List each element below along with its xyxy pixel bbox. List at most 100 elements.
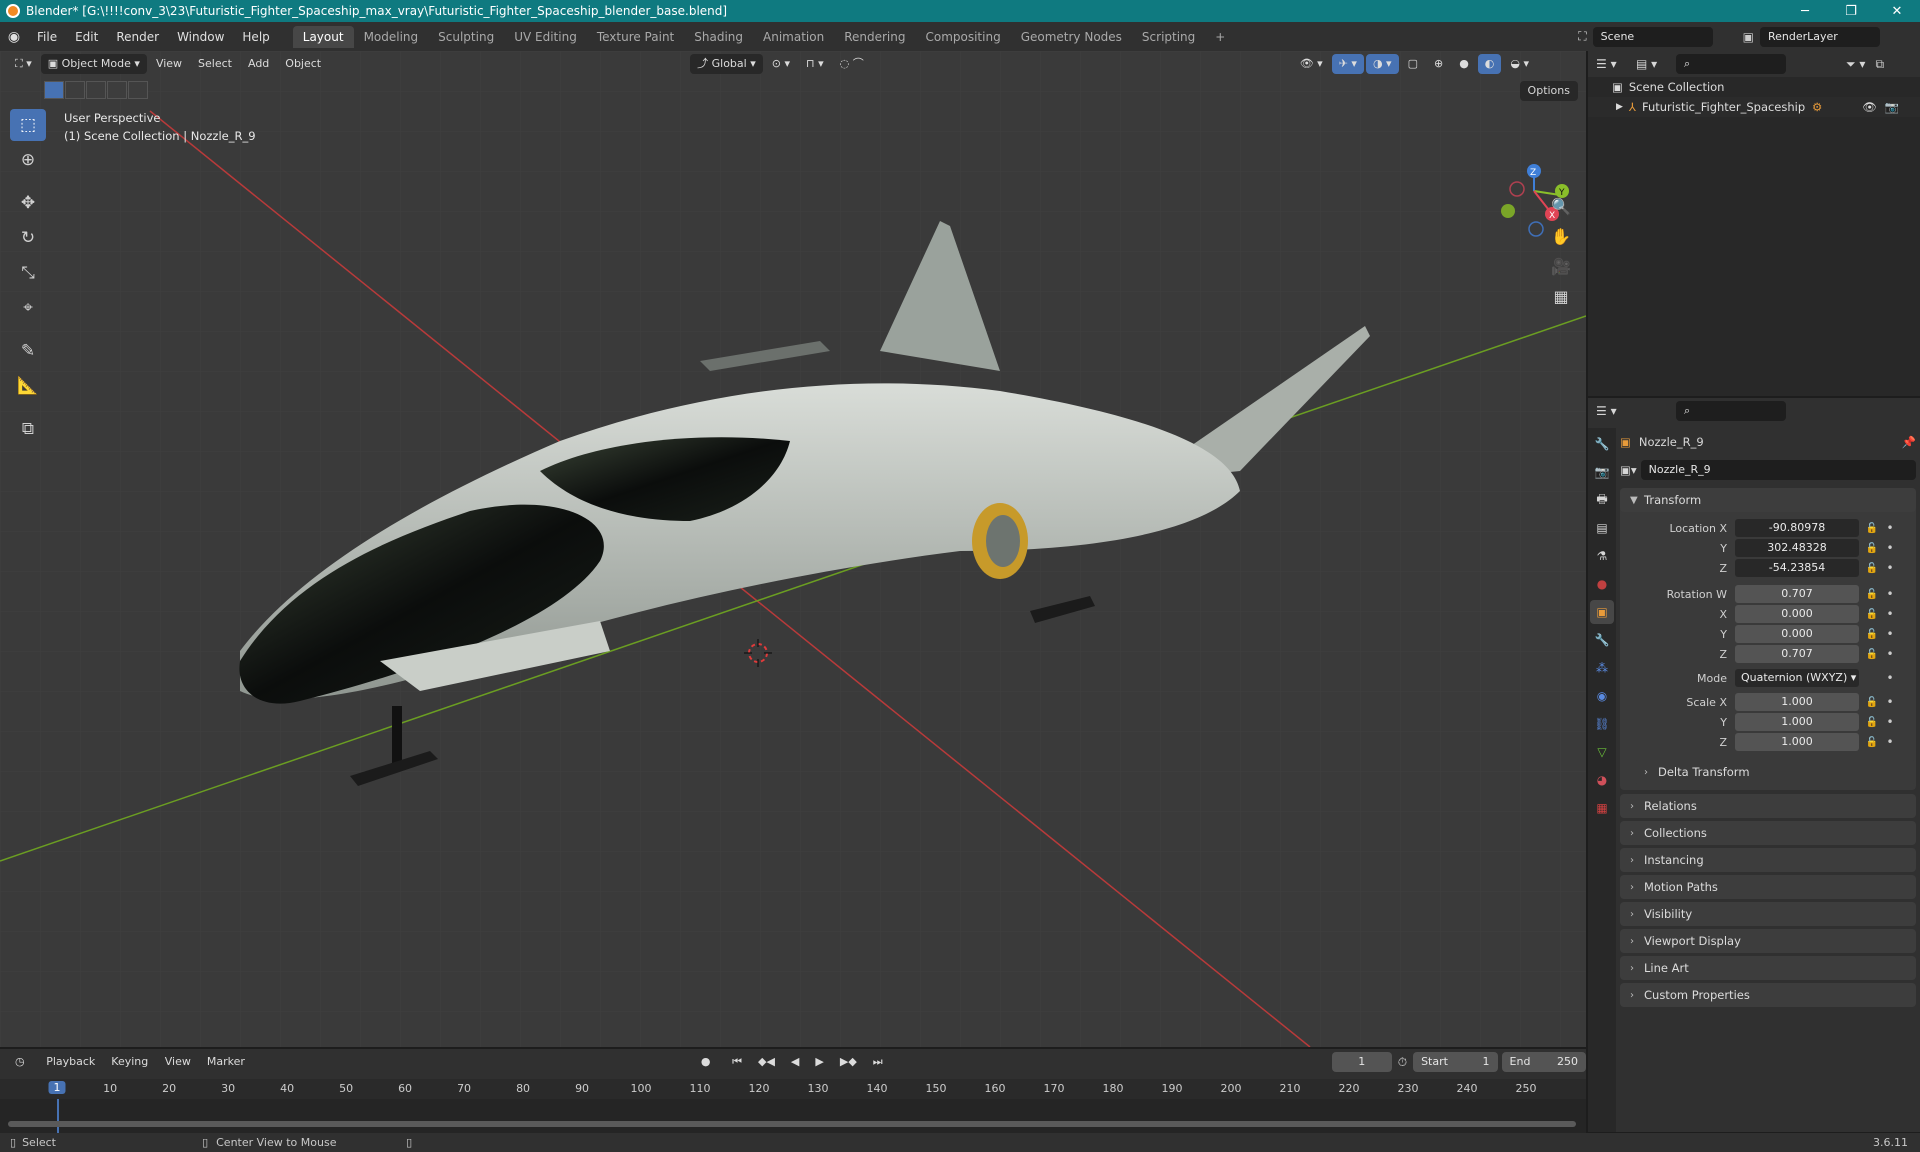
menu-timeline-view[interactable]: View <box>158 1052 198 1072</box>
panel-motion-paths[interactable]: › Motion Paths <box>1620 875 1916 899</box>
texture-tab-icon[interactable]: ▦ <box>1590 796 1614 820</box>
proportional-edit-icon[interactable]: ◌ ⌒ <box>833 54 871 74</box>
location-z-field[interactable]: -54.23854 <box>1735 559 1859 577</box>
tool-tab-icon[interactable]: 🔧 <box>1590 432 1614 456</box>
menu-help[interactable]: Help <box>233 26 278 48</box>
tab-texture-paint[interactable]: Texture Paint <box>587 26 684 48</box>
lock-icon[interactable]: 🔓 <box>1859 717 1885 728</box>
timeline-editor-type-icon[interactable]: ◷ ▾ <box>8 1052 37 1088</box>
tab-uv-editing[interactable]: UV Editing <box>504 26 587 48</box>
datablock-type-icon[interactable]: ▣▾ <box>1620 463 1637 477</box>
next-keyframe-icon[interactable]: ▶◆ <box>833 1052 864 1072</box>
transform-panel-header[interactable]: ▼ Transform <box>1620 488 1916 512</box>
panel-visibility[interactable]: › Visibility <box>1620 902 1916 926</box>
display-mode-icon[interactable]: ▤ ▾ <box>1636 57 1676 71</box>
select-box-icon[interactable]: ⬚ <box>10 109 46 141</box>
record-icon[interactable]: ● ▾ <box>694 1052 723 1088</box>
select-subtract-icon[interactable] <box>86 81 106 99</box>
keyframe-dot-icon[interactable]: • <box>1885 671 1895 685</box>
select-intersect-icon[interactable] <box>128 81 148 99</box>
tab-shading[interactable]: Shading <box>684 26 753 48</box>
menu-render[interactable]: Render <box>107 26 168 48</box>
constraints-tab-icon[interactable]: ⛓ <box>1590 712 1614 736</box>
properties-type-icon[interactable]: ☰ ▾ <box>1596 404 1676 418</box>
keyframe-dot-icon[interactable]: • <box>1885 587 1895 601</box>
lock-icon[interactable]: 🔓 <box>1859 523 1885 534</box>
keyframe-dot-icon[interactable]: • <box>1885 521 1895 535</box>
outliner-row-scene-collection[interactable]: ▣ Scene Collection <box>1588 77 1920 97</box>
editor-type-button[interactable]: ⛶ ▾ <box>8 54 39 74</box>
location-y-field[interactable]: 302.48328 <box>1735 539 1859 557</box>
rotation-x-field[interactable]: 0.000 <box>1735 605 1859 623</box>
filter-icon[interactable]: ⏷ ▾ <box>1846 57 1865 72</box>
properties-search-input[interactable]: ⌕ <box>1676 401 1786 421</box>
camera-view-icon[interactable]: 🎥 <box>1546 251 1576 281</box>
scene-tab-icon[interactable]: ⚗ <box>1590 544 1614 568</box>
pivot-icon[interactable]: ⊙ ▾ <box>765 54 797 74</box>
panel-instancing[interactable]: › Instancing <box>1620 848 1916 872</box>
menu-window[interactable]: Window <box>168 26 233 48</box>
scale-x-field[interactable]: 1.000 <box>1735 693 1859 711</box>
close-button[interactable]: ✕ <box>1874 0 1920 22</box>
menu-playback[interactable]: Playback ▾ <box>39 1052 102 1088</box>
mode-selector[interactable]: ▣ Object Mode ▾ <box>40 54 147 74</box>
panel-custom-properties[interactable]: › Custom Properties <box>1620 983 1916 1007</box>
tab-modeling[interactable]: Modeling <box>354 26 429 48</box>
modifier-tab-icon[interactable]: 🔧 <box>1590 628 1614 652</box>
measure-icon[interactable]: 📐 <box>10 370 46 402</box>
options-button[interactable]: Options <box>1519 81 1578 101</box>
cursor-icon[interactable]: ⊕ <box>10 144 46 176</box>
panel-viewport-display[interactable]: › Viewport Display <box>1620 929 1916 953</box>
outliner-type-icon[interactable]: ☰ ▾ <box>1596 57 1636 71</box>
view-layer-tab-icon[interactable]: ▤ <box>1590 516 1614 540</box>
jump-end-icon[interactable]: ⏭ <box>866 1052 890 1072</box>
tab-sculpting[interactable]: Sculpting <box>428 26 504 48</box>
keyframe-dot-icon[interactable]: • <box>1885 695 1895 709</box>
lock-icon[interactable]: 🔓 <box>1859 543 1885 554</box>
lock-icon[interactable]: 🔓 <box>1859 629 1885 640</box>
keyframe-dot-icon[interactable]: • <box>1885 647 1895 661</box>
add-workspace-button[interactable]: + <box>1205 26 1235 48</box>
tab-geometry-nodes[interactable]: Geometry Nodes <box>1011 26 1132 48</box>
shading-material-icon[interactable]: ◐ <box>1477 54 1502 74</box>
menu-edit[interactable]: Edit <box>66 26 107 48</box>
lock-icon[interactable]: 🔓 <box>1859 589 1885 600</box>
render-tab-icon[interactable]: 📷 <box>1590 460 1614 484</box>
3d-viewport[interactable]: Z Y X ⛶ ▾ ▣ Object Mode ▾ View Select Ad… <box>0 51 1586 1047</box>
zoom-icon[interactable]: 🔍 <box>1546 191 1576 221</box>
lock-icon[interactable]: 🔓 <box>1859 737 1885 748</box>
xray-icon[interactable]: ▢ <box>1401 54 1425 74</box>
shading-wireframe-icon[interactable]: ⊕ <box>1427 54 1450 74</box>
timeline-scrollbar[interactable] <box>8 1121 1576 1127</box>
particles-tab-icon[interactable]: ⁂ <box>1590 656 1614 680</box>
panel-collections[interactable]: › Collections <box>1620 821 1916 845</box>
object-name-field[interactable]: Nozzle_R_9 <box>1640 460 1916 480</box>
clock-icon[interactable]: ⏱ <box>1398 1055 1407 1070</box>
delta-transform-header[interactable]: › Delta Transform <box>1634 760 1916 784</box>
eye-icon[interactable]: 👁 <box>1862 100 1877 114</box>
move-icon[interactable]: ✥ <box>10 187 46 219</box>
lock-icon[interactable]: 🔓 <box>1859 609 1885 620</box>
pan-hand-icon[interactable]: ✋ <box>1546 221 1576 251</box>
scale-y-field[interactable]: 1.000 <box>1735 713 1859 731</box>
blender-menu-icon[interactable]: ◉ <box>0 29 28 45</box>
play-icon[interactable]: ▶ <box>808 1052 830 1072</box>
physics-tab-icon[interactable]: ◉ <box>1590 684 1614 708</box>
visibility-icon[interactable]: 👁 ▾ <box>1293 54 1330 74</box>
tab-rendering[interactable]: Rendering <box>834 26 915 48</box>
menu-add[interactable]: Add <box>241 54 276 74</box>
keyframe-dot-icon[interactable]: • <box>1885 607 1895 621</box>
menu-view[interactable]: View <box>149 54 189 74</box>
keyframe-dot-icon[interactable]: • <box>1885 627 1895 641</box>
output-tab-icon[interactable]: 🖶 <box>1590 488 1614 512</box>
jump-start-icon[interactable]: ⏮ <box>725 1052 749 1072</box>
shading-rendered-icon[interactable]: ◒ ▾ <box>1503 54 1536 74</box>
world-tab-icon[interactable]: ● <box>1590 572 1614 596</box>
tab-animation[interactable]: Animation <box>753 26 834 48</box>
scale-icon[interactable]: ⤡ <box>10 257 46 289</box>
keyframe-dot-icon[interactable]: • <box>1885 541 1895 555</box>
rotation-mode-dropdown[interactable]: Quaternion (WXYZ) ▾ <box>1735 669 1859 687</box>
orientation-selector[interactable]: ⤴ Global ▾ <box>690 54 763 74</box>
keyframe-dot-icon[interactable]: • <box>1885 715 1895 729</box>
menu-select[interactable]: Select <box>191 54 239 74</box>
